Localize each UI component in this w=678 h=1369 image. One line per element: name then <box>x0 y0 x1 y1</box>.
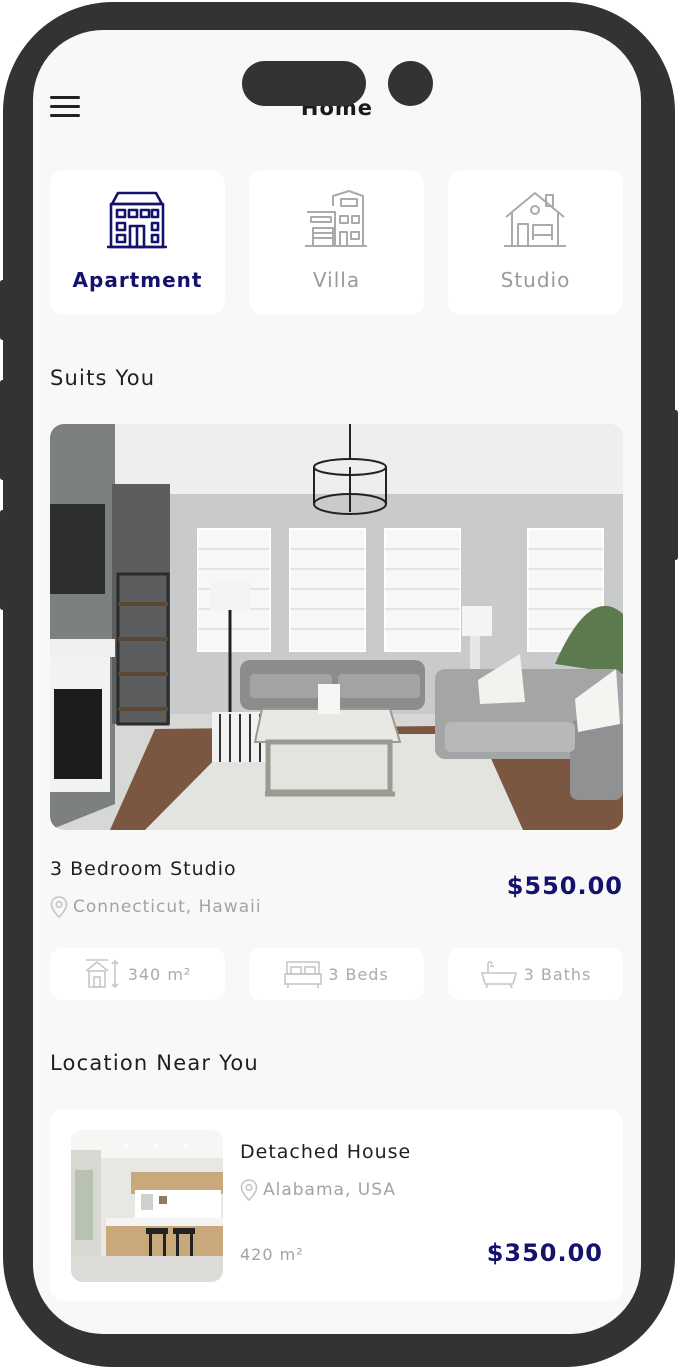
property-title: 3 Bedroom Studio <box>50 858 237 880</box>
nearby-property-area: 420 m² <box>240 1245 304 1264</box>
bathtub-icon <box>480 960 517 989</box>
location-pin-icon <box>240 1179 258 1201</box>
nearby-property-image <box>71 1130 223 1282</box>
nearby-property-location-text: Alabama, USA <box>263 1180 396 1200</box>
feature-baths: 3 Baths <box>448 948 623 1000</box>
feature-baths-label: 3 Baths <box>523 964 592 984</box>
category-apartment[interactable]: Apartment <box>50 170 225 315</box>
section-heading-location-near-you: Location Near You <box>50 1051 259 1075</box>
bed-icon <box>284 961 323 988</box>
villa-icon <box>305 190 367 247</box>
category-studio[interactable]: Studio <box>448 170 623 315</box>
phone-side-button <box>0 510 5 610</box>
studio-icon <box>504 192 566 247</box>
feature-area: 340 m² <box>50 948 225 1000</box>
category-label: Studio <box>500 268 571 292</box>
property-location-text: Connecticut, Hawaii <box>73 897 262 917</box>
nearby-property-title: Detached House <box>240 1141 412 1163</box>
category-label: Villa <box>312 268 361 292</box>
nearby-property-card[interactable]: Detached House Alabama, USA 420 m² $350.… <box>50 1109 623 1301</box>
property-location: Connecticut, Hawaii <box>50 896 262 918</box>
section-heading-suits-you: Suits You <box>50 366 156 390</box>
feature-beds-label: 3 Beds <box>328 964 389 984</box>
phone-side-button <box>673 410 678 560</box>
phone-side-button <box>0 380 5 480</box>
feature-beds: 3 Beds <box>249 948 424 1000</box>
category-label: Apartment <box>72 268 203 292</box>
nearby-property-location: Alabama, USA <box>240 1179 396 1201</box>
living-room-photo <box>50 424 623 830</box>
property-image[interactable] <box>50 424 623 830</box>
feature-area-label: 340 m² <box>127 964 192 984</box>
front-camera <box>388 61 433 106</box>
area-icon <box>85 959 119 989</box>
property-price: $550.00 <box>506 872 623 900</box>
category-villa[interactable]: Villa <box>249 170 424 315</box>
nearby-property-price: $350.00 <box>486 1239 603 1267</box>
app-screen: Home Apartment Villa Studio Suits You 3 … <box>33 30 641 1334</box>
kitchen-photo <box>71 1130 223 1282</box>
apartment-icon <box>107 191 167 249</box>
phone-side-button <box>0 280 5 340</box>
location-pin-icon <box>50 896 68 918</box>
dynamic-island <box>242 61 366 106</box>
